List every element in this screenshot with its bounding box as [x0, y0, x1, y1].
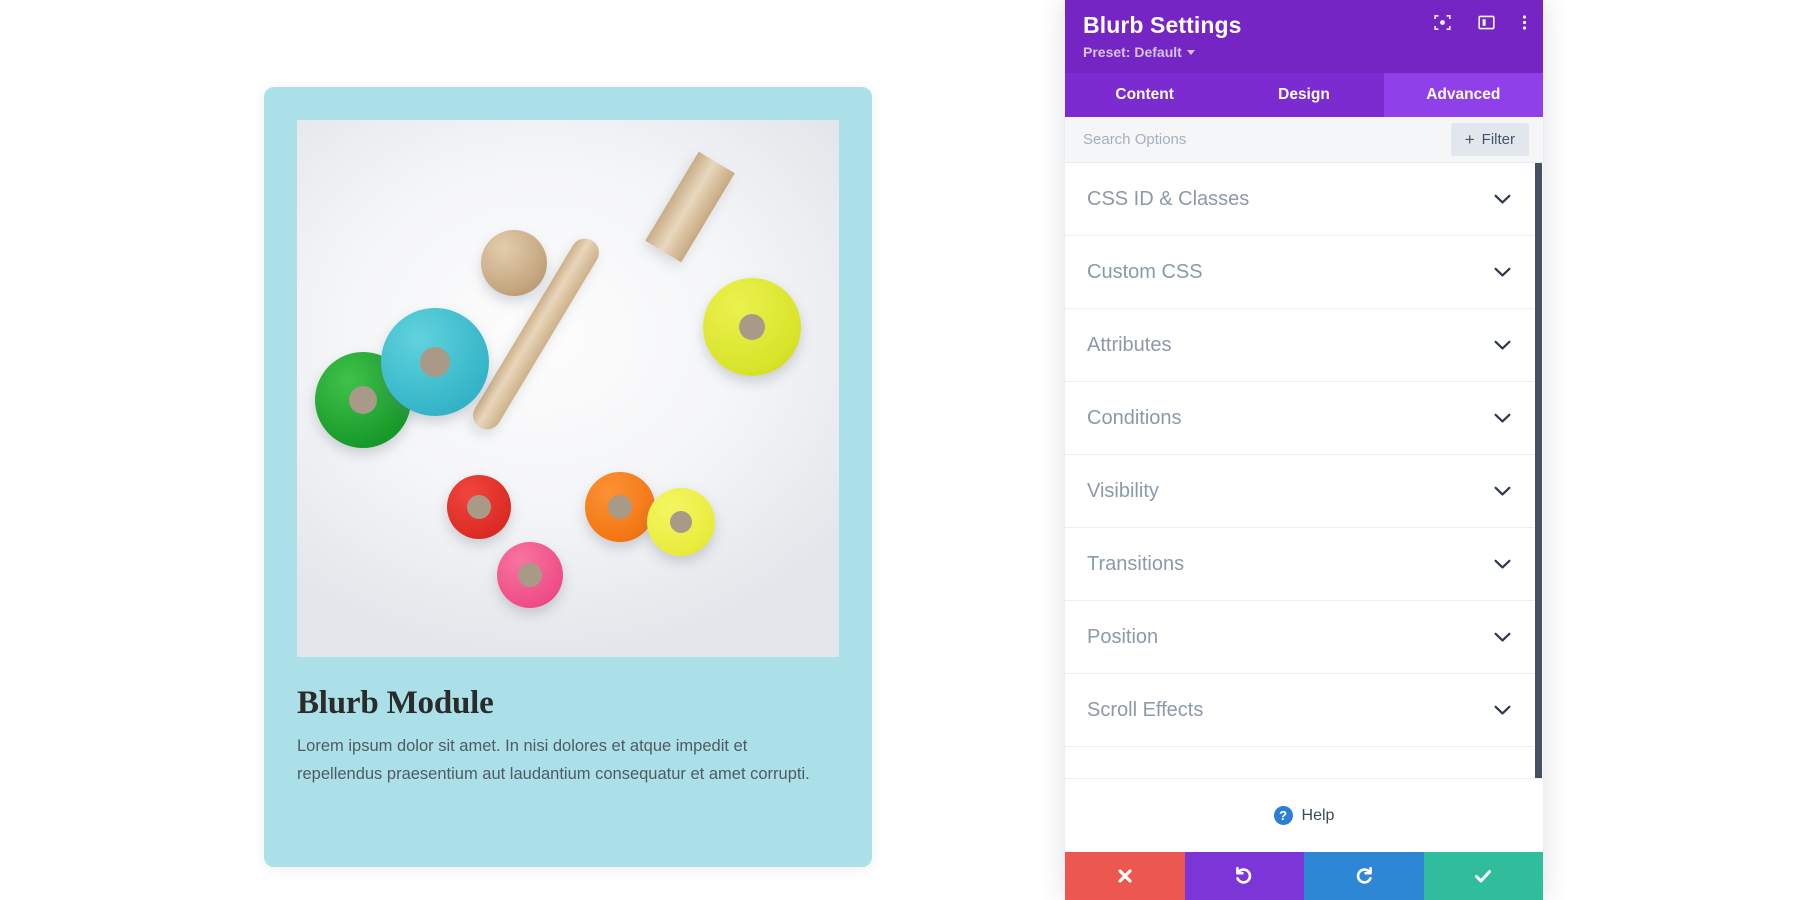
blurb-title: Blurb Module: [297, 685, 494, 721]
page-preview-area: Blurb Module Lorem ipsum dolor sit amet.…: [0, 0, 1065, 900]
options-scroll-region: CSS ID & Classes Custom CSS Attributes C…: [1065, 163, 1543, 778]
teal-disc-icon: [381, 308, 489, 416]
header-icon-group: [1434, 14, 1527, 31]
section-attributes[interactable]: Attributes: [1065, 309, 1534, 382]
chevron-down-icon: [1494, 267, 1511, 278]
section-label: Visibility: [1087, 479, 1159, 502]
save-button[interactable]: [1423, 852, 1543, 900]
redo-icon: [1356, 866, 1372, 884]
filter-button[interactable]: + Filter: [1450, 123, 1529, 156]
undo-icon: [1236, 866, 1252, 884]
wooden-ball-icon: [481, 230, 547, 296]
section-label: Position: [1087, 625, 1159, 648]
app-root: Blurb Module Lorem ipsum dolor sit amet.…: [0, 0, 1800, 900]
section-label: Transitions: [1087, 552, 1185, 575]
panel-layout-icon[interactable]: [1478, 14, 1495, 31]
orange-disc-icon: [585, 472, 655, 542]
help-button[interactable]: ? Help: [1065, 778, 1543, 852]
chevron-down-icon: [1494, 486, 1511, 497]
section-label: Attributes: [1087, 333, 1172, 356]
panel-header: Blurb Settings Preset: Default: [1065, 0, 1543, 73]
options-accordion: CSS ID & Classes Custom CSS Attributes C…: [1065, 163, 1534, 778]
more-options-icon[interactable]: [1522, 14, 1527, 31]
wooden-hammer-head-icon: [645, 151, 735, 263]
wooden-toy-discs-photo: [297, 120, 839, 657]
filter-button-label: Filter: [1481, 131, 1515, 148]
chevron-down-icon: [1494, 413, 1511, 424]
panel-tabs: Content Design Advanced: [1065, 73, 1543, 117]
search-row: + Filter: [1065, 117, 1543, 163]
section-label: Conditions: [1087, 406, 1182, 429]
help-label: Help: [1301, 806, 1335, 824]
section-label: CSS ID & Classes: [1087, 187, 1250, 210]
section-label: Scroll Effects: [1087, 698, 1204, 721]
scrollbar-thumb[interactable]: [1535, 163, 1542, 778]
blurb-image[interactable]: [297, 120, 839, 657]
chevron-down-icon: [1494, 705, 1511, 716]
chevron-down-icon: [1494, 194, 1511, 205]
pink-disc-icon: [497, 542, 563, 608]
preset-label: Preset: Default: [1083, 44, 1182, 60]
options-scrollbar[interactable]: [1534, 163, 1543, 778]
chevron-down-icon: [1494, 632, 1511, 643]
yellow-large-disc-icon: [703, 278, 801, 376]
checkmark-icon: [1475, 870, 1492, 883]
help-question-icon: ?: [1273, 806, 1293, 825]
undo-button[interactable]: [1184, 852, 1304, 900]
panel-action-bar: [1065, 852, 1543, 900]
tab-design[interactable]: Design: [1224, 73, 1383, 117]
section-css-id-and-classes[interactable]: CSS ID & Classes: [1065, 163, 1534, 236]
red-disc-icon: [447, 475, 511, 539]
preset-selector[interactable]: Preset: Default: [1083, 44, 1195, 60]
blurb-body-text: Lorem ipsum dolor sit amet. In nisi dolo…: [297, 737, 810, 783]
plus-icon: +: [1464, 130, 1475, 149]
focus-target-icon[interactable]: [1434, 14, 1451, 31]
section-label: Custom CSS: [1087, 260, 1203, 283]
chevron-down-icon: [1494, 559, 1511, 570]
tab-advanced[interactable]: Advanced: [1383, 73, 1543, 117]
redo-button[interactable]: [1304, 852, 1424, 900]
blurb-module-card[interactable]: Blurb Module Lorem ipsum dolor sit amet.…: [264, 87, 872, 867]
yellow-small-disc-icon: [647, 488, 715, 556]
chevron-down-icon: [1186, 49, 1195, 55]
section-visibility[interactable]: Visibility: [1065, 455, 1534, 528]
chevron-down-icon: [1494, 340, 1511, 351]
close-icon: [1118, 869, 1132, 883]
section-custom-css[interactable]: Custom CSS: [1065, 236, 1534, 309]
section-scroll-effects[interactable]: Scroll Effects: [1065, 674, 1534, 747]
section-conditions[interactable]: Conditions: [1065, 382, 1534, 455]
search-input[interactable]: [1083, 123, 1451, 156]
section-position[interactable]: Position: [1065, 601, 1534, 674]
cancel-button[interactable]: [1065, 852, 1185, 900]
section-transitions[interactable]: Transitions: [1065, 528, 1534, 601]
tab-content[interactable]: Content: [1065, 73, 1224, 117]
blurb-settings-panel: Blurb Settings Preset: Default Content D…: [1065, 0, 1543, 900]
